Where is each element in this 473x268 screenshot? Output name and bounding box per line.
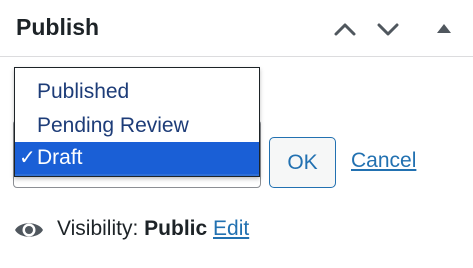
ok-button[interactable]: OK [269, 137, 336, 188]
visibility-value: Public [144, 217, 208, 240]
status-option-published[interactable]: Published [15, 75, 259, 108]
visibility-edit-link[interactable]: Edit [213, 217, 249, 240]
status-dropdown-list[interactable]: Published Pending Review ✓Draft [14, 67, 260, 177]
chevron-down-icon [377, 23, 399, 36]
move-up-button[interactable] [330, 14, 360, 44]
cancel-link[interactable]: Cancel [351, 149, 416, 173]
publish-panel-header: Publish [0, 0, 473, 57]
status-option-draft[interactable]: ✓Draft [15, 142, 259, 174]
eye-icon [15, 223, 43, 237]
dropdown-focus-edge [15, 174, 259, 176]
panel-title: Publish [16, 14, 100, 40]
chevron-up-icon [334, 23, 356, 36]
checkmark-icon: ✓ [19, 147, 36, 169]
visibility-row: Visibility: Public Edit [57, 217, 249, 241]
status-option-pending-review[interactable]: Pending Review [15, 109, 259, 142]
toggle-panel-button[interactable] [429, 14, 459, 44]
triangle-up-icon [437, 24, 451, 33]
move-down-button[interactable] [373, 14, 403, 44]
status-option-draft-label: Draft [37, 146, 83, 169]
visibility-label: Visibility: [57, 217, 139, 240]
